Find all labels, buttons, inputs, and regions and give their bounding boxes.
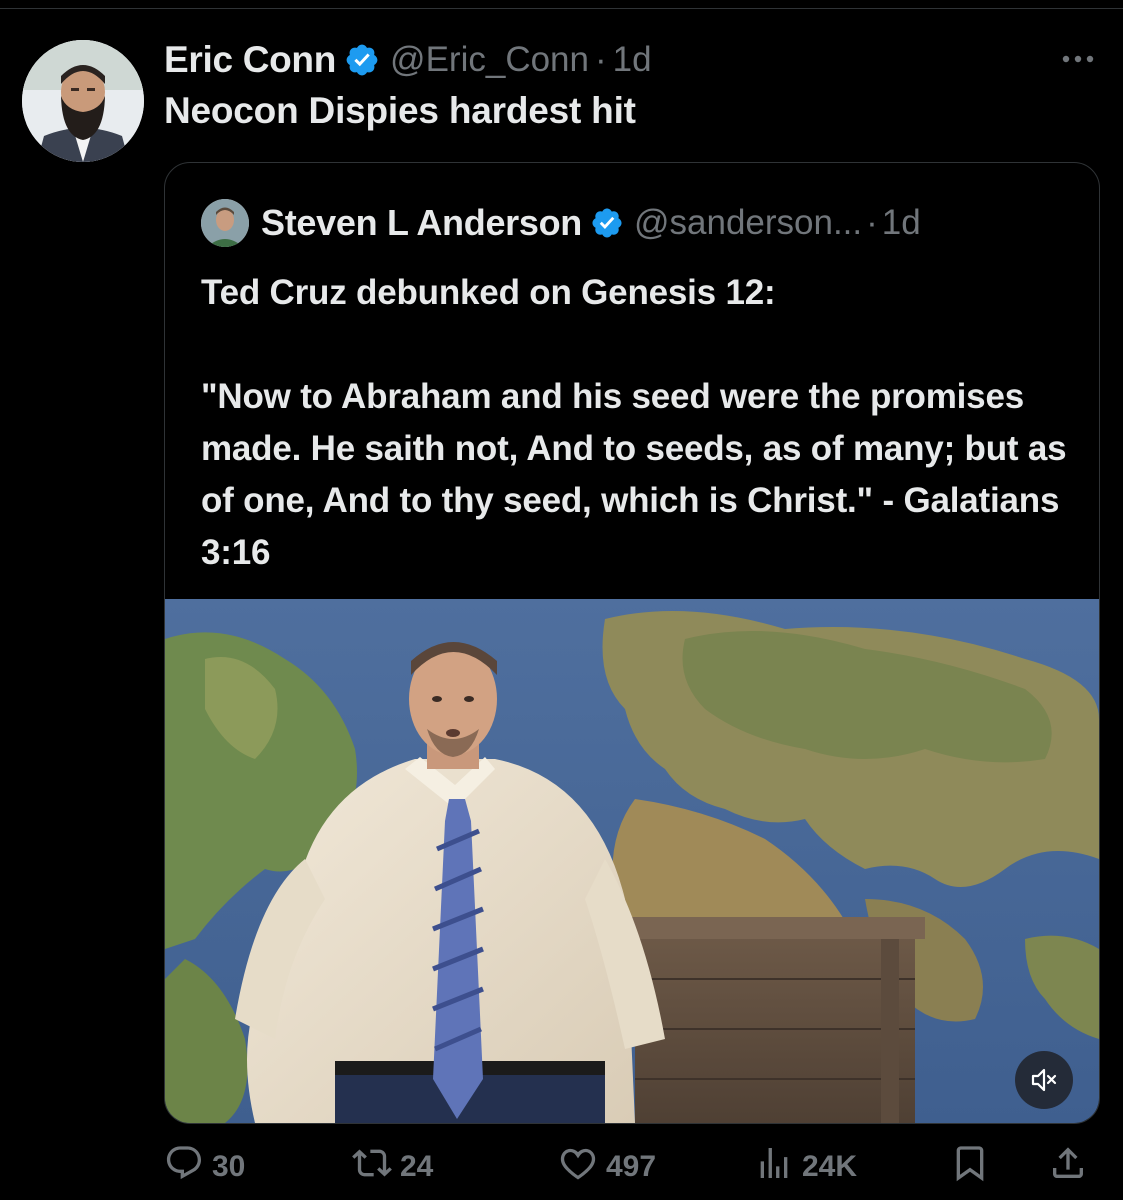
quoted-author-handle[interactable]: @sanderson... <box>634 203 862 243</box>
separator-dot: · <box>595 40 607 79</box>
view-count: 24K <box>802 1150 858 1183</box>
muted-speaker-icon <box>1028 1064 1060 1096</box>
like-button[interactable]: 497 <box>558 1144 656 1190</box>
verified-badge-icon <box>344 42 380 78</box>
author-name[interactable]: Eric Conn <box>164 39 336 81</box>
repost-count: 24 <box>400 1150 434 1183</box>
more-icon[interactable] <box>1056 46 1100 72</box>
quoted-tweet-time[interactable]: 1d <box>882 203 921 243</box>
mute-toggle-button[interactable] <box>1015 1051 1073 1109</box>
quoted-tweet-text: Ted Cruz debunked on Genesis 12: "Now to… <box>201 273 1067 572</box>
bookmark-button[interactable] <box>950 1144 998 1190</box>
repost-button[interactable]: 24 <box>352 1144 433 1190</box>
video-player[interactable] <box>165 599 1099 1123</box>
tweet-text: Neocon Dispies hardest hit <box>164 90 636 131</box>
reply-icon <box>164 1143 212 1191</box>
reply-count: 30 <box>212 1150 246 1183</box>
share-icon <box>1048 1143 1096 1191</box>
tweet-time[interactable]: 1d <box>613 40 652 80</box>
reply-button[interactable]: 30 <box>164 1144 245 1190</box>
views-icon <box>754 1143 802 1191</box>
quoted-tweet-header: Steven L Anderson @sanderson... · 1d <box>201 199 921 247</box>
action-bar: 30 24 497 24K <box>164 1144 1104 1190</box>
bookmark-icon <box>950 1143 998 1191</box>
author-handle[interactable]: @Eric_Conn <box>390 40 589 80</box>
heart-icon <box>558 1143 606 1191</box>
views-button[interactable]: 24K <box>754 1144 857 1190</box>
repost-icon <box>352 1143 400 1191</box>
author-avatar[interactable] <box>22 40 144 162</box>
like-count: 497 <box>606 1150 657 1183</box>
share-button[interactable] <box>1048 1144 1096 1190</box>
separator-dot: · <box>866 203 878 242</box>
quoted-tweet-card[interactable]: Steven L Anderson @sanderson... · 1d Ted… <box>164 162 1100 1124</box>
verified-badge-icon <box>590 206 624 240</box>
quoted-author-avatar[interactable] <box>201 199 249 247</box>
top-divider <box>0 8 1123 9</box>
tweet-header: Eric Conn @Eric_Conn · 1d <box>164 36 652 84</box>
quoted-author-name[interactable]: Steven L Anderson <box>261 202 582 244</box>
